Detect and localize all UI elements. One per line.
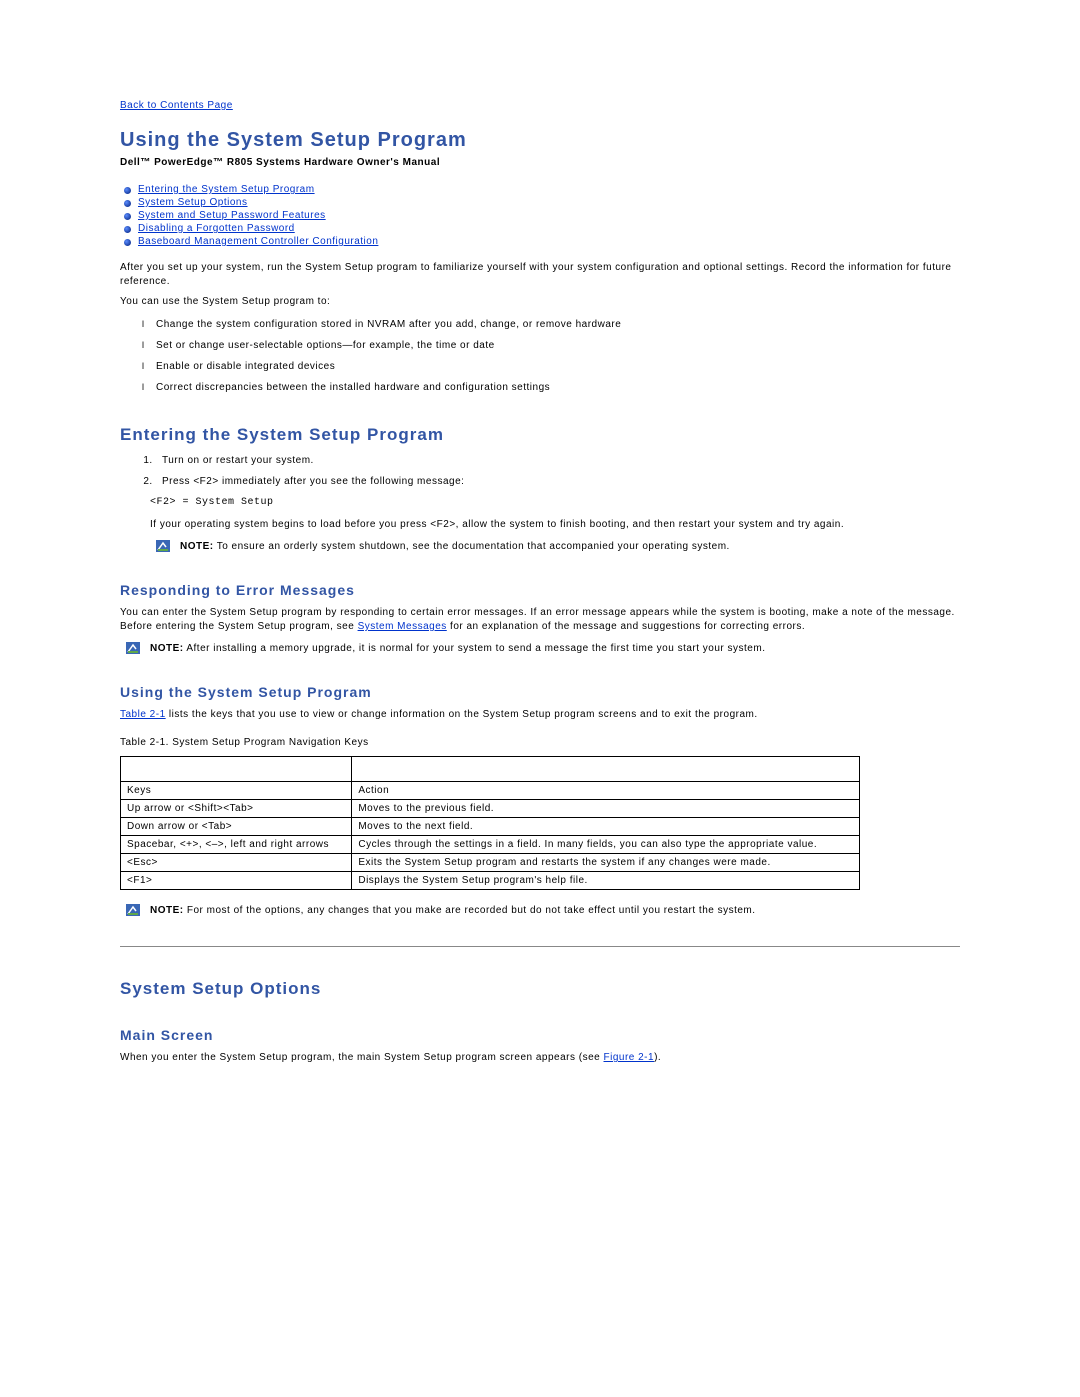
- note-icon: [126, 642, 140, 654]
- heading-options: System Setup Options: [120, 979, 960, 999]
- toc-link-disabling[interactable]: Disabling a Forgotten Password: [138, 223, 295, 234]
- intro-paragraph-1: After you set up your system, run the Sy…: [120, 261, 960, 289]
- table-row: Spacebar, <+>, <–>, left and right arrow…: [121, 836, 860, 854]
- back-to-contents-link[interactable]: Back to Contents Page: [120, 100, 960, 111]
- note-icon: [126, 904, 140, 916]
- note-text: After installing a memory upgrade, it is…: [184, 643, 766, 654]
- cell-keys: <Esc>: [121, 854, 352, 872]
- entering-steps: Turn on or restart your system. Press <F…: [120, 455, 960, 487]
- table-header-keys: Keys: [121, 782, 352, 800]
- main-screen-paragraph: When you enter the System Setup program,…: [120, 1051, 960, 1065]
- note-label: NOTE:: [150, 905, 184, 916]
- note-label: NOTE:: [150, 643, 184, 654]
- cell-action: Moves to the next field.: [352, 818, 860, 836]
- system-messages-link[interactable]: System Messages: [358, 621, 447, 632]
- figure-2-1-link[interactable]: Figure 2-1: [604, 1052, 655, 1063]
- table-header-action: Action: [352, 782, 860, 800]
- cell-keys: Down arrow or <Tab>: [121, 818, 352, 836]
- table-caption: Table 2-1. System Setup Program Navigati…: [120, 736, 960, 750]
- note-row: NOTE: For most of the options, any chang…: [120, 904, 960, 918]
- cell-action: Cycles through the settings in a field. …: [352, 836, 860, 854]
- cell-action: Displays the System Setup program's help…: [352, 872, 860, 890]
- cell-action: Exits the System Setup program and resta…: [352, 854, 860, 872]
- cell-keys: Up arrow or <Shift><Tab>: [121, 800, 352, 818]
- note-icon: [156, 540, 170, 552]
- toc-link-options[interactable]: System Setup Options: [138, 197, 248, 208]
- table-row: <Esc> Exits the System Setup program and…: [121, 854, 860, 872]
- heading-using: Using the System Setup Program: [120, 684, 960, 700]
- heading-responding: Responding to Error Messages: [120, 582, 960, 598]
- toc-list: Entering the System Setup Program System…: [120, 184, 960, 247]
- code-block: <F2> = System Setup: [150, 497, 960, 508]
- list-item: Correct discrepancies between the instal…: [156, 382, 960, 393]
- list-item: Turn on or restart your system.: [156, 455, 960, 466]
- list-item: Press <F2> immediately after you see the…: [156, 476, 960, 487]
- divider: [120, 946, 960, 947]
- table-2-1-link[interactable]: Table 2-1: [120, 709, 166, 720]
- subtitle: Dell™ PowerEdge™ R805 Systems Hardware O…: [120, 156, 960, 170]
- table-row: <F1> Displays the System Setup program's…: [121, 872, 860, 890]
- text: for an explanation of the message and su…: [447, 621, 805, 632]
- text: lists the keys that you use to view or c…: [166, 709, 758, 720]
- list-item: Change the system configuration stored i…: [156, 319, 960, 330]
- page-title: Using the System Setup Program: [120, 129, 960, 152]
- responding-paragraph: You can enter the System Setup program b…: [120, 606, 960, 634]
- list-item: Set or change user-selectable options—fo…: [156, 340, 960, 351]
- text: ).: [654, 1052, 661, 1063]
- note-row: NOTE: To ensure an orderly system shutdo…: [150, 540, 960, 554]
- intro-bullet-list: Change the system configuration stored i…: [120, 319, 960, 393]
- note-text: For most of the options, any changes tha…: [184, 905, 756, 916]
- text: When you enter the System Setup program,…: [120, 1052, 604, 1063]
- list-item: Enable or disable integrated devices: [156, 361, 960, 372]
- table-row: Down arrow or <Tab> Moves to the next fi…: [121, 818, 860, 836]
- cell-keys: Spacebar, <+>, <–>, left and right arrow…: [121, 836, 352, 854]
- note-row: NOTE: After installing a memory upgrade,…: [120, 642, 960, 656]
- entering-after-code: If your operating system begins to load …: [150, 518, 960, 532]
- heading-entering: Entering the System Setup Program: [120, 425, 960, 445]
- cell-action: Moves to the previous field.: [352, 800, 860, 818]
- toc-link-bmc[interactable]: Baseboard Management Controller Configur…: [138, 236, 378, 247]
- toc-link-entering[interactable]: Entering the System Setup Program: [138, 184, 315, 195]
- heading-main-screen: Main Screen: [120, 1027, 960, 1043]
- toc-link-password[interactable]: System and Setup Password Features: [138, 210, 326, 221]
- using-paragraph: Table 2-1 lists the keys that you use to…: [120, 708, 960, 722]
- note-text: To ensure an orderly system shutdown, se…: [214, 541, 730, 552]
- note-label: NOTE:: [180, 541, 214, 552]
- intro-paragraph-2: You can use the System Setup program to:: [120, 295, 960, 309]
- table-row: Up arrow or <Shift><Tab> Moves to the pr…: [121, 800, 860, 818]
- cell-keys: <F1>: [121, 872, 352, 890]
- navigation-keys-table: Keys Action Up arrow or <Shift><Tab> Mov…: [120, 756, 860, 890]
